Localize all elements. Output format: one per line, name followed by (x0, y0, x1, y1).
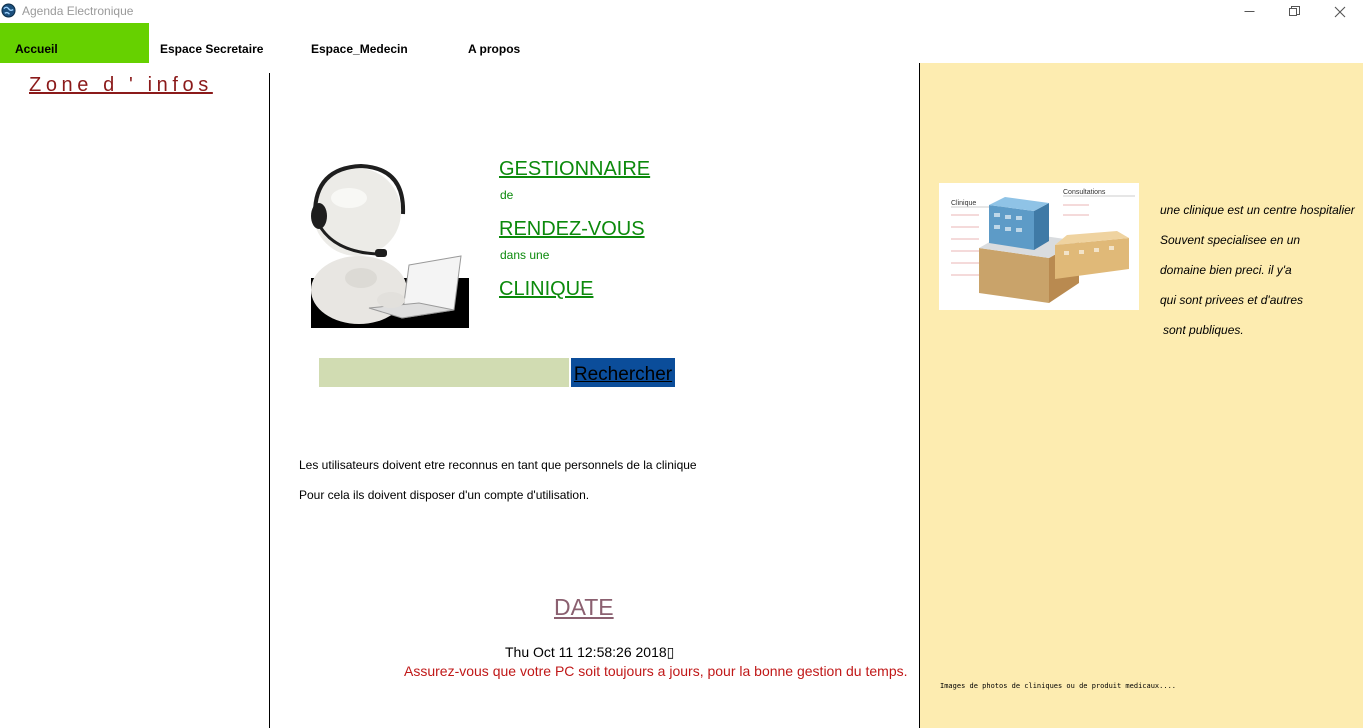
window-title: Agenda Electronique (22, 4, 134, 18)
title-bar (0, 0, 1363, 23)
hero-title-gestionnaire: GESTIONNAIRE (499, 158, 651, 180)
minimize-button[interactable] (1226, 0, 1272, 23)
minimize-icon (1244, 11, 1254, 12)
app-globe-icon (1, 3, 16, 18)
side-text-line: sont publiques. (1163, 323, 1244, 337)
side-text-line: Souvent specialisee en un (1160, 233, 1301, 247)
side-text-line: domaine bien preci. il y'a (1160, 263, 1292, 277)
restore-button[interactable] (1271, 0, 1317, 23)
menu-item-accueil[interactable]: Accueil (0, 23, 149, 63)
search-input[interactable] (319, 358, 569, 387)
restore-icon (1288, 6, 1300, 16)
menu-item-label: Espace_Medecin (311, 42, 408, 56)
hero-text-dans-une: dans une (500, 248, 550, 262)
side-text-line: une clinique est un centre hospitalier (1160, 203, 1355, 217)
menu-item-label: Accueil (15, 42, 58, 56)
close-button[interactable] (1317, 0, 1363, 23)
right-info-panel (919, 63, 1363, 728)
clock-warning-text: Assurez-vous que votre PC soit toujours … (404, 663, 908, 679)
search-button[interactable]: Rechercher (571, 358, 675, 387)
headset-user-laptop-icon (299, 160, 469, 328)
menu-item-label: Espace Secretaire (160, 42, 264, 56)
image-caption-note: Images de photos de cliniques ou de prod… (940, 682, 1177, 690)
close-icon (1334, 6, 1346, 17)
hero-title-rendez-vous: RENDEZ-VOUS (499, 218, 645, 240)
current-datetime: Thu Oct 11 12:58:26 2018▯ (505, 644, 675, 660)
clinic-image-label-right: Consultations (1063, 189, 1106, 196)
clinic-image-label-left: Clinique (951, 200, 976, 207)
clinic-building-image: Clinique Consultations (939, 183, 1139, 310)
menu-item-espace-medecin[interactable]: Espace_Medecin (311, 23, 408, 63)
hero-text-de: de (500, 188, 514, 202)
zone-infos-heading[interactable]: Zone d ' infos (29, 74, 213, 97)
info-text-line: Les utilisateurs doivent etre reconnus e… (299, 458, 697, 472)
menu-item-label: A propos (468, 42, 521, 56)
menu-item-a-propos[interactable]: A propos (468, 23, 520, 63)
menu-item-espace-secretaire[interactable]: Espace Secretaire (160, 23, 263, 63)
date-heading[interactable]: DATE (554, 594, 614, 621)
side-text-line: qui sont privees et d'autres (1160, 293, 1304, 307)
left-panel-divider (269, 73, 270, 728)
hero-title-clinique: CLINIQUE (499, 278, 594, 300)
info-text-line: Pour cela ils doivent disposer d'un comp… (299, 488, 590, 502)
